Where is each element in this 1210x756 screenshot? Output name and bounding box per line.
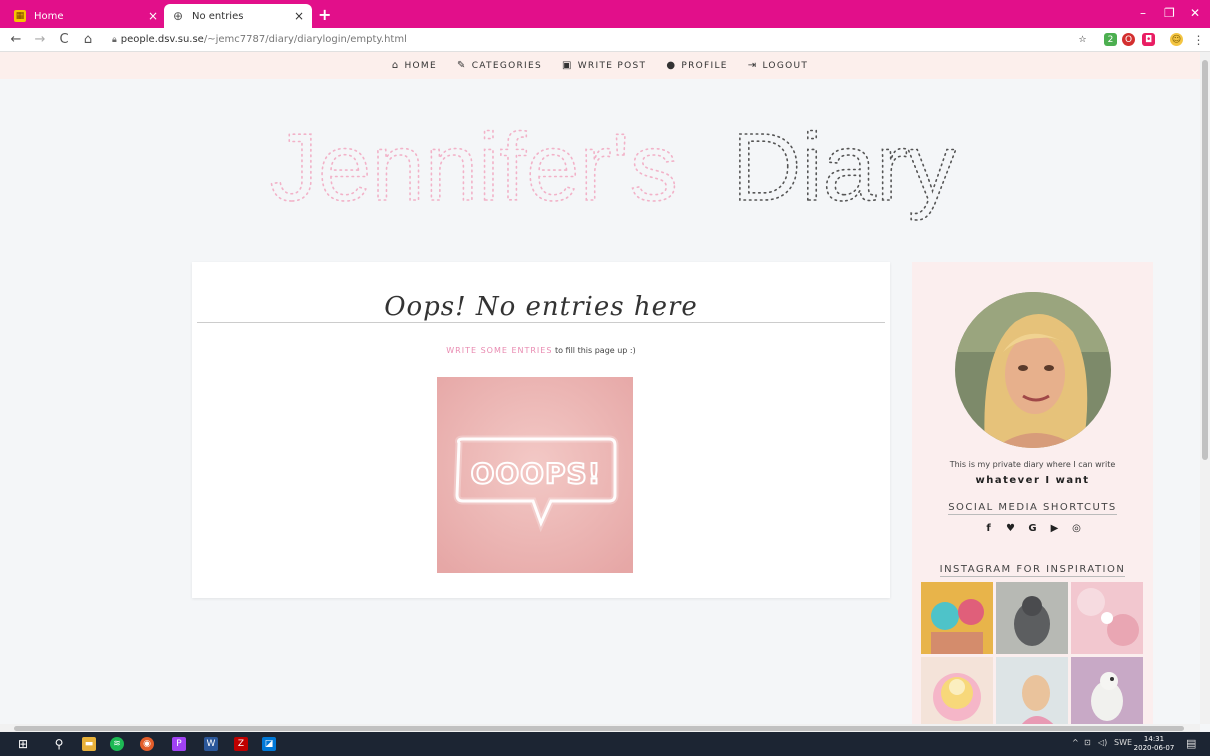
instagram-photo[interactable] (1071, 582, 1143, 654)
photos-icon[interactable]: ◪ (262, 737, 276, 751)
instagram-photo[interactable] (996, 582, 1068, 654)
clock-time: 14:31 (1143, 735, 1165, 743)
word-icon[interactable]: W (204, 737, 218, 751)
extension-badge-icon[interactable]: 2 (1104, 33, 1117, 46)
empty-state-suffix: to fill this page up :) (552, 346, 636, 355)
empty-state-heading: Oops! No entries here (384, 292, 698, 322)
reload-icon[interactable]: C (56, 32, 72, 47)
logout-icon: ⇥ (747, 60, 758, 71)
instagram-icon[interactable]: ◎ (1071, 523, 1083, 534)
volume-icon[interactable]: ◁) (1098, 738, 1107, 747)
windows-start-icon[interactable]: ⊞ (16, 737, 30, 751)
tab-title: Home (34, 10, 64, 22)
twitter-icon[interactable]: ♥ (1005, 523, 1017, 534)
vertical-scrollbar[interactable] (1200, 52, 1210, 724)
profile-icon: ● (666, 60, 677, 71)
horizontal-scrollbar[interactable] (0, 724, 1200, 732)
instagram-photo[interactable] (996, 657, 1068, 724)
social-icons: f ♥ G ▶ ◎ (912, 523, 1153, 534)
facebook-icon[interactable]: f (983, 523, 995, 534)
back-icon[interactable]: ← (8, 32, 24, 47)
instagram-grid (921, 582, 1143, 724)
instagram-photo[interactable] (921, 657, 993, 724)
sidebar-bio-strong: whatever I want (975, 475, 1090, 486)
tab-no-entries[interactable]: ⊕ No entries × (164, 4, 312, 28)
nav-label: PROFILE (681, 60, 728, 71)
lock-icon[interactable]: 🔒︎ (112, 35, 117, 45)
chrome-icon[interactable]: ◉ (140, 737, 154, 751)
sidebar-bio: This is my private diary where I can wri… (949, 460, 1116, 469)
tab-close-icon[interactable]: × (294, 9, 304, 23)
nav-label: LOGOUT (762, 60, 809, 71)
page-viewport: ⌂ HOME ✎ CATEGORIES ▣ WRITE POST ● PROFILE ⇥… (0, 52, 1200, 724)
write-entries-link[interactable]: WRITE SOME ENTRIES (446, 346, 552, 355)
home-icon: ⌂ (391, 60, 400, 71)
clock-date: 2020-06-07 (1133, 744, 1175, 752)
site-nav: ⌂ HOME ✎ CATEGORIES ▣ WRITE POST ● PROFILE ⇥… (0, 52, 1200, 79)
nav-profile[interactable]: ● PROFILE (666, 60, 727, 71)
youtube-icon[interactable]: ▶ (1049, 523, 1061, 534)
instagram-title-label: INSTAGRAM FOR INSPIRATION (939, 564, 1126, 577)
close-window-icon[interactable]: ✕ (1190, 6, 1200, 20)
browser-tab-bar: ▦ Home × ⊕ No entries × + – ❐ ✕ (0, 0, 1210, 28)
nav-home[interactable]: ⌂ HOME (392, 60, 437, 71)
scrollbar-thumb[interactable] (14, 726, 1184, 731)
nav-logout[interactable]: ⇥ LOGOUT (748, 60, 808, 71)
phpstorm-icon[interactable]: P (172, 737, 186, 751)
google-icon[interactable]: G (1027, 523, 1039, 534)
nav-label: WRITE POST (577, 60, 647, 71)
search-icon[interactable]: ⚲ (52, 737, 66, 751)
star-icon[interactable]: ☆ (1076, 33, 1089, 46)
oops-image-text: OOOPS! (471, 457, 602, 490)
categories-icon: ✎ (457, 60, 467, 71)
empty-entries-card: Oops! No entries here WRITE SOME ENTRIES… (192, 262, 890, 598)
write-post-icon: ▣ (561, 60, 573, 71)
windows-taskbar: ⊞ ⚲ ▬ ≋ ◉ P W Z ◪ ^ ⊡ ◁) SWE 14:31 2020-… (0, 732, 1210, 756)
notifications-icon[interactable]: ▤ (1186, 737, 1196, 750)
minimize-icon[interactable]: – (1140, 6, 1146, 20)
site-favicon-icon: ▦ (14, 10, 26, 22)
opera-icon[interactable]: O (1122, 33, 1135, 46)
url-host: people.dsv.su.se (120, 34, 204, 45)
divider (197, 322, 885, 323)
spotify-icon[interactable]: ≋ (110, 737, 124, 751)
oops-neon-image: OOOPS! (437, 377, 633, 573)
pocket-icon[interactable]: ◘ (1142, 33, 1155, 46)
nav-label: HOME (404, 60, 437, 71)
instagram-photo[interactable] (921, 582, 993, 654)
nav-label: CATEGORIES (471, 60, 542, 71)
social-shortcuts-title: SOCIAL MEDIA SHORTCUTS (912, 502, 1153, 515)
avatar (955, 292, 1111, 448)
social-shortcuts-label: SOCIAL MEDIA SHORTCUTS (948, 502, 1117, 515)
tab-home[interactable]: ▦ Home × (6, 4, 166, 28)
forward-icon[interactable]: → (32, 32, 48, 47)
tab-title: No entries (192, 10, 244, 22)
globe-icon: ⊕ (172, 9, 184, 23)
address-bar: ← → C ⌂ 🔒︎ people.dsv.su.se/~jemc7787/di… (0, 28, 1210, 52)
tab-close-icon[interactable]: × (148, 9, 158, 23)
language-indicator[interactable]: SWE (1114, 738, 1132, 747)
profile-avatar-icon[interactable]: ☺ (1170, 33, 1183, 46)
tray-chevron-icon[interactable]: ^ (1072, 738, 1079, 747)
clock[interactable]: 14:31 2020-06-07 (1132, 735, 1176, 753)
sidebar: This is my private diary where I can wri… (912, 262, 1153, 724)
instagram-photo[interactable] (1071, 657, 1143, 724)
home-button-icon[interactable]: ⌂ (80, 32, 96, 47)
instagram-title: INSTAGRAM FOR INSPIRATION (912, 564, 1153, 577)
empty-state-message: WRITE SOME ENTRIES to fill this page up … (192, 346, 890, 355)
site-title-part2: Diary (732, 114, 956, 221)
site-title-part1: Jennifer's (270, 114, 678, 221)
new-tab-button[interactable]: + (318, 5, 331, 24)
network-icon[interactable]: ⊡ (1084, 738, 1091, 747)
url-input[interactable]: people.dsv.su.se/~jemc7787/diary/diarylo… (121, 34, 407, 45)
scrollbar-thumb[interactable] (1202, 60, 1208, 460)
nav-categories[interactable]: ✎ CATEGORIES (457, 60, 542, 71)
restore-icon[interactable]: ❐ (1164, 6, 1175, 20)
file-explorer-icon[interactable]: ▬ (82, 737, 96, 751)
site-title: Jennifer's Diary (270, 113, 957, 222)
url-path: /~jemc7787/diary/diarylogin/empty.html (203, 34, 407, 45)
nav-write-post[interactable]: ▣ WRITE POST (562, 60, 646, 71)
menu-dots-icon[interactable]: ⋮ (1192, 33, 1205, 47)
filezilla-icon[interactable]: Z (234, 737, 248, 751)
